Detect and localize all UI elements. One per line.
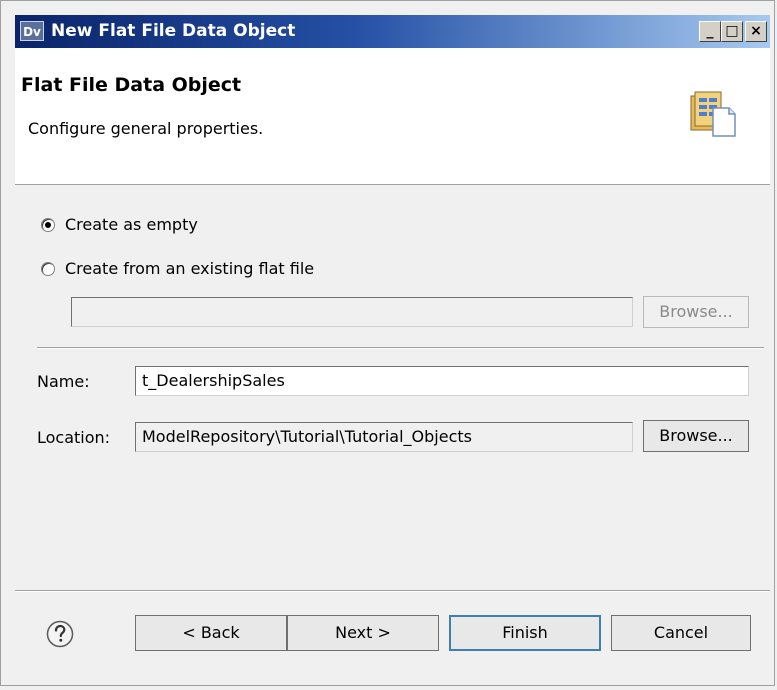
name-label: Name: [37,372,90,391]
close-button[interactable]: × [745,21,767,42]
section-separator [37,347,764,349]
create-empty-radio[interactable] [41,218,55,232]
location-browse-button[interactable]: Browse... [643,420,749,452]
existing-file-path-input[interactable] [71,297,633,327]
create-empty-label: Create as empty [65,215,198,234]
wizard-content: Create as empty Create from an existing … [15,185,770,585]
banner-description: Configure general properties. [28,119,264,138]
location-input[interactable]: ModelRepository\Tutorial\Tutorial_Object… [135,422,633,452]
wizard-banner: Flat File Data Object Configure general … [15,48,770,185]
flat-file-wizard-icon [690,91,736,137]
radio-selected-dot [45,222,51,228]
title-bar[interactable]: Dv New Flat File Data Object _ □ × [15,15,770,48]
finish-button[interactable]: Finish [449,615,601,651]
create-existing-option[interactable]: Create from an existing flat file [41,259,401,279]
app-icon: Dv [20,21,44,41]
footer-separator [15,590,770,592]
window-title: New Flat File Data Object [51,21,296,41]
banner-title: Flat File Data Object [21,74,242,96]
name-input[interactable]: t_DealershipSales [135,366,749,396]
create-empty-option[interactable]: Create as empty [41,215,281,235]
create-existing-label: Create from an existing flat file [65,259,315,278]
file-browse-button[interactable]: Browse... [643,296,749,328]
cancel-button[interactable]: Cancel [611,615,751,651]
dialog-window: Dv New Flat File Data Object _ □ × Flat … [0,0,775,686]
help-icon[interactable] [46,620,74,648]
create-existing-radio[interactable] [41,262,55,276]
location-label: Location: [37,428,111,447]
maximize-button[interactable]: □ [721,21,743,42]
minimize-button[interactable]: _ [699,21,721,42]
back-button[interactable]: < Back [135,615,287,651]
next-button[interactable]: Next > [287,615,439,651]
